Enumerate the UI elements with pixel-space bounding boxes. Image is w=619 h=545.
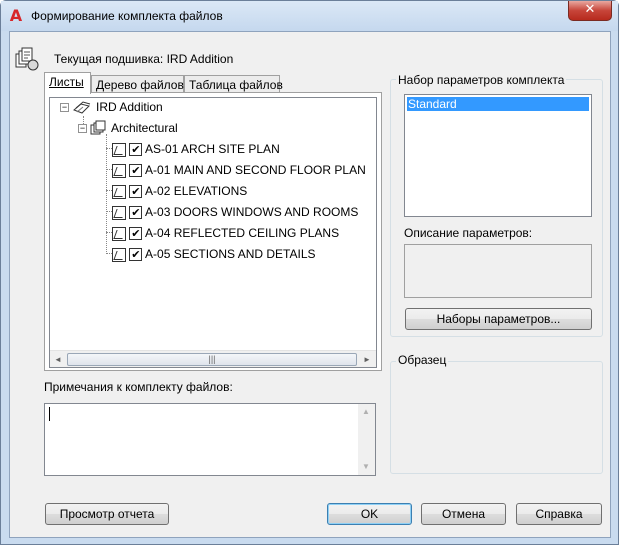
dialog-body: Текущая подшивка: IRD Addition Листы Дер… bbox=[9, 31, 611, 538]
sheet-checkbox[interactable]: ✔ bbox=[129, 227, 143, 241]
transmittal-setups-label: Набор параметров комплекта bbox=[396, 73, 567, 87]
list-item-standard[interactable]: Standard bbox=[407, 97, 589, 111]
tab-file-tree[interactable]: Дерево файлов bbox=[91, 75, 184, 93]
view-report-button-label: Просмотр отчета bbox=[59, 507, 155, 521]
tab-sheets-label: Листы bbox=[49, 75, 84, 89]
dialog-window: A Формирование комплекта файлов ✕ Текуща… bbox=[0, 0, 619, 545]
tab-file-table-label: Таблица файлов bbox=[189, 78, 283, 92]
transmittal-setups-button[interactable]: Наборы параметров... bbox=[405, 308, 592, 330]
sheet-checkbox[interactable]: ✔ bbox=[129, 185, 143, 199]
scroll-down-icon[interactable]: ▼ bbox=[359, 460, 373, 473]
tree-subset-label[interactable]: Architectural bbox=[111, 119, 178, 137]
subset-icon bbox=[90, 120, 106, 135]
scroll-left-icon[interactable]: ◄ bbox=[51, 353, 65, 366]
notes-vertical-scrollbar[interactable]: ▲ ▼ bbox=[358, 404, 375, 475]
window-title: Формирование комплекта файлов bbox=[31, 9, 223, 23]
sheetset-icon bbox=[15, 47, 39, 71]
setup-description-box bbox=[404, 244, 592, 298]
sheet-icon bbox=[112, 163, 126, 178]
subset-expander[interactable]: − bbox=[78, 124, 87, 133]
scroll-up-icon[interactable]: ▲ bbox=[359, 405, 373, 418]
cancel-button[interactable]: Отмена bbox=[421, 503, 506, 525]
close-button[interactable]: ✕ bbox=[568, 1, 612, 21]
sheet-icon bbox=[112, 142, 126, 157]
tab-file-table[interactable]: Таблица файлов bbox=[184, 75, 283, 93]
sheet-item[interactable]: ✔ A-01 MAIN AND SECOND FLOOR PLAN bbox=[112, 161, 366, 179]
transmittal-setups-list[interactable]: Standard bbox=[404, 94, 592, 217]
text-caret bbox=[49, 407, 50, 421]
sheet-label: A-05 SECTIONS AND DETAILS bbox=[145, 247, 316, 261]
ok-button[interactable]: OK bbox=[327, 503, 412, 525]
tab-sheets[interactable]: Листы bbox=[44, 72, 91, 94]
sheetset-root-icon bbox=[73, 101, 91, 114]
current-sheetset-label: Текущая подшивка: IRD Addition bbox=[54, 52, 234, 66]
sheet-item[interactable]: ✔ AS-01 ARCH SITE PLAN bbox=[112, 140, 280, 158]
sheet-icon bbox=[112, 247, 126, 262]
view-report-button[interactable]: Просмотр отчета bbox=[45, 503, 169, 525]
preview-group bbox=[390, 361, 603, 474]
setup-description-label: Описание параметров: bbox=[404, 226, 533, 240]
sheet-item[interactable]: ✔ A-04 REFLECTED CEILING PLANS bbox=[112, 224, 339, 242]
sheets-tab-panel: − IRD Addition − Architectural ✔ AS-01 A… bbox=[44, 92, 382, 371]
sheet-icon bbox=[112, 205, 126, 220]
title-bar[interactable]: A Формирование комплекта файлов ✕ bbox=[1, 1, 618, 31]
sheet-label: A-02 ELEVATIONS bbox=[145, 184, 248, 198]
tree-root-label[interactable]: IRD Addition bbox=[96, 98, 163, 116]
horizontal-scrollbar[interactable]: ◄ ||| ► bbox=[50, 350, 376, 367]
sheet-label: A-01 MAIN AND SECOND FLOOR PLAN bbox=[145, 163, 366, 177]
autocad-logo-icon: A bbox=[9, 6, 23, 25]
sheet-item[interactable]: ✔ A-02 ELEVATIONS bbox=[112, 182, 247, 200]
help-button-label: Справка bbox=[535, 507, 583, 521]
sheet-label: A-03 DOORS WINDOWS AND ROOMS bbox=[145, 205, 359, 219]
ok-button-label: OK bbox=[360, 507, 379, 521]
sheet-checkbox[interactable]: ✔ bbox=[129, 248, 143, 262]
notes-textarea[interactable]: ▲ ▼ bbox=[44, 403, 376, 476]
root-expander[interactable]: − bbox=[60, 103, 69, 112]
preview-label: Образец bbox=[396, 353, 449, 367]
notes-label: Примечания к комплекту файлов: bbox=[44, 380, 233, 394]
sheet-checkbox[interactable]: ✔ bbox=[129, 206, 143, 220]
cancel-button-label: Отмена bbox=[441, 507, 486, 521]
sheet-item[interactable]: ✔ A-03 DOORS WINDOWS AND ROOMS bbox=[112, 203, 358, 221]
help-button[interactable]: Справка bbox=[516, 503, 602, 525]
scroll-right-icon[interactable]: ► bbox=[360, 353, 374, 366]
scroll-thumb[interactable]: ||| bbox=[67, 353, 357, 366]
sheet-item[interactable]: ✔ A-05 SECTIONS AND DETAILS bbox=[112, 245, 316, 263]
sheet-icon bbox=[112, 184, 126, 199]
transmittal-setups-button-label: Наборы параметров... bbox=[436, 312, 561, 326]
sheet-label: A-04 REFLECTED CEILING PLANS bbox=[145, 226, 340, 240]
tab-file-tree-label: Дерево файлов bbox=[96, 78, 184, 92]
sheet-checkbox[interactable]: ✔ bbox=[129, 143, 143, 157]
sheet-label: AS-01 ARCH SITE PLAN bbox=[145, 142, 280, 156]
sheet-icon bbox=[112, 226, 126, 241]
sheet-checkbox[interactable]: ✔ bbox=[129, 164, 143, 178]
sheets-tree[interactable]: − IRD Addition − Architectural ✔ AS-01 A… bbox=[49, 97, 377, 368]
